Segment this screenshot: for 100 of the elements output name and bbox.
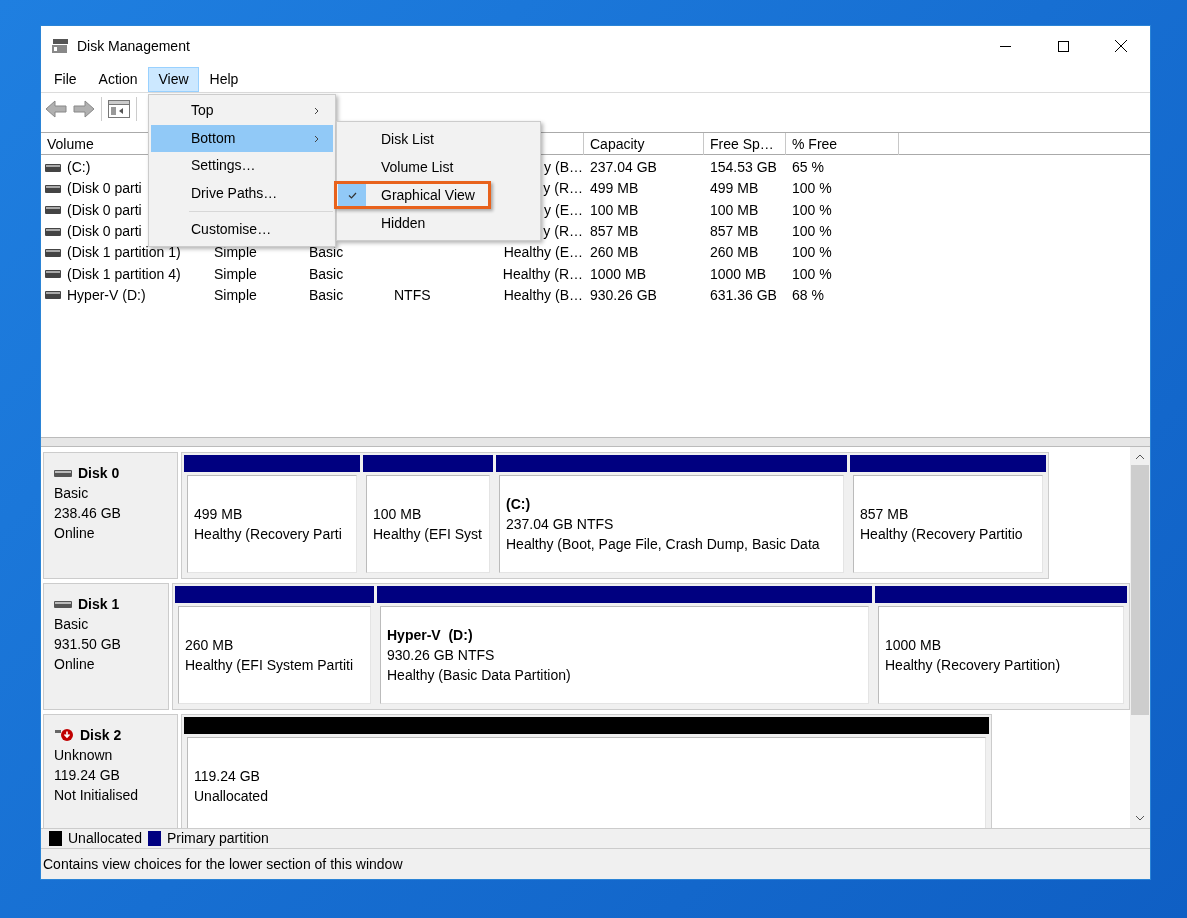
- table-cell-text: Healthy (R…: [502, 264, 583, 284]
- drive-icon: [45, 227, 61, 236]
- table-cell-text: 499 MB: [710, 179, 759, 199]
- partition-block[interactable]: Hyper-V (D:) 930.26 GB NTFS Healthy (Basic Data Partition): [377, 586, 872, 707]
- maximize-icon: [1057, 40, 1069, 52]
- partition-size: 930.26 GB NTFS: [387, 646, 496, 665]
- table-cell-text: 65 %: [792, 158, 824, 178]
- submenu-label: Hidden: [381, 213, 426, 233]
- table-cell-text: 100 %: [792, 222, 832, 242]
- back-arrow-icon[interactable]: [45, 99, 67, 118]
- table-cell-text: Basic: [309, 285, 344, 305]
- table-cell-text: 260 MB: [710, 243, 759, 263]
- partition-block[interactable]: 119.24 GB Unallocated: [184, 717, 989, 828]
- table-cell-text: Simple: [214, 243, 257, 263]
- disk-name: Disk 2: [80, 725, 122, 745]
- partition-block[interactable]: 499 MB Healthy (Recovery Parti: [184, 455, 360, 576]
- disk-size: 931.50 GB: [54, 635, 122, 654]
- menu-item[interactable]: Action: [87, 66, 149, 92]
- partition-size: 857 MB: [860, 505, 910, 524]
- partition-title: (C:): [506, 495, 532, 514]
- submenu-option[interactable]: Hidden: [339, 209, 538, 237]
- table-cell-text: y (B…: [544, 158, 583, 178]
- minimize-icon: [999, 45, 1011, 47]
- disk-label-panel[interactable]: Disk 1 Basic 931.50 GB Online: [43, 583, 169, 710]
- table-cell-text: 1000 MB: [710, 264, 767, 284]
- status-text: Contains view choices for the lower section of this window: [43, 854, 403, 874]
- column-header[interactable]: Free Sp…: [704, 133, 786, 155]
- panel-icon[interactable]: [108, 99, 130, 118]
- partition-block[interactable]: 857 MB Healthy (Recovery Partitio: [850, 455, 1046, 576]
- disk-size: 238.46 GB: [54, 504, 122, 523]
- table-cell-text: Simple: [214, 285, 257, 305]
- partition-status: Healthy (EFI Syst: [373, 525, 483, 544]
- column-header[interactable]: % Free: [786, 133, 899, 155]
- table-cell-text: 100 %: [792, 179, 832, 199]
- drive-icon: [45, 291, 61, 300]
- submenu-label: Graphical View: [381, 185, 475, 205]
- partition-block[interactable]: 1000 MB Healthy (Recovery Partition): [875, 586, 1127, 707]
- drive-icon: [45, 206, 61, 215]
- disk-label-panel[interactable]: Disk 0 Basic 238.46 GB Online: [43, 452, 178, 579]
- menu-item[interactable]: View: [148, 66, 199, 92]
- partition-status: Healthy (Boot, Page File, Crash Dump, Basic Data: [506, 535, 821, 554]
- table-cell-text: Basic: [309, 264, 344, 284]
- submenu-option[interactable]: Graphical View: [334, 181, 491, 209]
- partition-size: 119.24 GB: [194, 767, 261, 786]
- close-icon: [1115, 40, 1127, 52]
- table-cell-text: 100 MB: [710, 200, 759, 220]
- partition-status: Healthy (Recovery Partition): [885, 656, 1062, 675]
- disk-label-panel[interactable]: Disk 2 Unknown 119.24 GB Not Initialised: [43, 714, 178, 828]
- submenu-label: Disk List: [381, 129, 434, 149]
- partition-size: 100 MB: [373, 505, 423, 524]
- drive-icon: [45, 184, 61, 193]
- column-header[interactable]: Capacity: [584, 133, 704, 155]
- partition-size: 260 MB: [185, 636, 235, 655]
- drive-icon: [45, 248, 61, 257]
- table-cell-text: 930.26 GB: [590, 285, 657, 305]
- table-cell-text: NTFS: [394, 285, 431, 305]
- table-cell-text: 631.36 GB: [710, 285, 777, 305]
- partition-block[interactable]: 100 MB Healthy (EFI Syst: [363, 455, 493, 576]
- table-cell-text: Basic: [309, 243, 344, 263]
- partition-status: Healthy (Basic Data Partition): [387, 666, 572, 685]
- menu-option[interactable]: Settings…: [151, 152, 333, 180]
- menu-option[interactable]: Drive Paths…: [151, 179, 333, 207]
- partition-block[interactable]: (C:) 237.04 GB NTFS Healthy (Boot, Page File, Crash Dump, Basic Data: [496, 455, 847, 576]
- forward-arrow-icon[interactable]: [73, 99, 95, 118]
- scrollbar-thumb[interactable]: [1131, 465, 1149, 715]
- menu-item[interactable]: File: [43, 66, 88, 92]
- disk-size: 119.24 GB: [54, 766, 121, 785]
- window-title: Disk Management: [77, 36, 190, 56]
- drive-icon: [45, 270, 61, 279]
- disk-state: Not Initialised: [54, 786, 140, 805]
- menu-item[interactable]: Help: [198, 66, 250, 92]
- table-cell-text: 857 MB: [590, 222, 639, 242]
- partition-block[interactable]: 260 MB Healthy (EFI System Partiti: [175, 586, 374, 707]
- table-cell-text: 237.04 GB: [590, 158, 657, 178]
- table-cell-text: y (R…: [543, 179, 583, 199]
- menu-option[interactable]: Customise…: [151, 216, 333, 244]
- table-cell-text: 857 MB: [710, 222, 759, 242]
- table-cell-text: (C:): [67, 158, 91, 178]
- table-cell-text: y (R…: [543, 222, 583, 242]
- disk-type: Unknown: [54, 746, 114, 765]
- table-cell-text: (Disk 0 parti: [67, 179, 142, 199]
- partition-size: 1000 MB: [885, 636, 943, 655]
- table-cell-text: 100 %: [792, 200, 832, 220]
- drive-icon: [45, 163, 61, 172]
- disk-state: Online: [54, 655, 96, 674]
- table-cell-text: 499 MB: [590, 179, 639, 199]
- partition-status: Healthy (Recovery Parti: [194, 525, 343, 544]
- disk-type: Basic: [54, 484, 90, 503]
- submenu-option[interactable]: Volume List: [339, 153, 538, 181]
- table-cell-text: 100 MB: [590, 200, 639, 220]
- table-cell-text: 100 %: [792, 264, 832, 284]
- app-icon: [51, 38, 69, 54]
- menu-option[interactable]: Top: [151, 97, 333, 125]
- submenu-option[interactable]: Disk List: [339, 125, 538, 153]
- disk-name: Disk 0: [78, 463, 120, 483]
- legend-label: Unallocated: [68, 829, 142, 848]
- table-cell-text: Healthy (B…: [503, 285, 583, 305]
- scrollbar[interactable]: [1130, 447, 1150, 828]
- menu-option[interactable]: Bottom: [151, 124, 333, 152]
- legend-label: Primary partition: [166, 829, 269, 848]
